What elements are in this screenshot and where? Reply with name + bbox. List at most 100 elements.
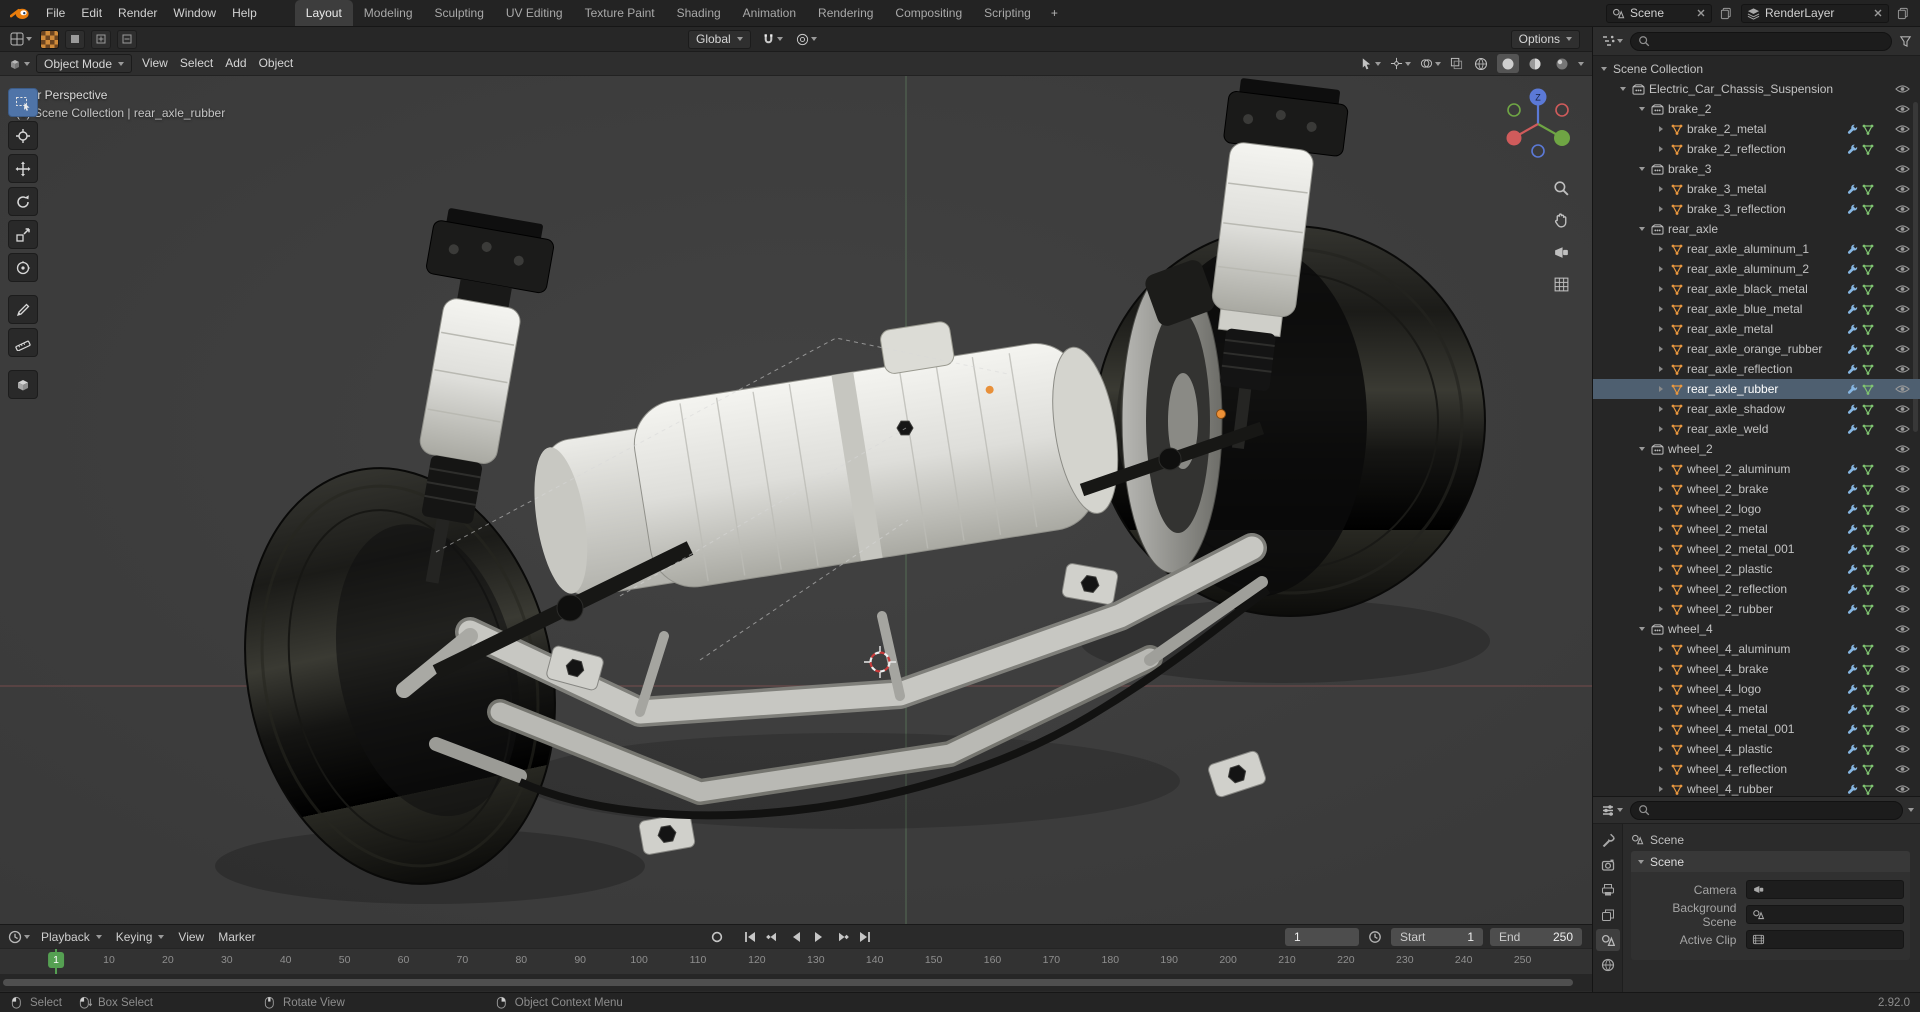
mesh-data-icon[interactable] [1862,504,1874,515]
expand-caret-right-icon[interactable] [1654,506,1668,512]
pan-hand-icon[interactable] [1551,210,1572,231]
orthographic-grid-icon[interactable] [1551,274,1572,295]
select-mode-extend-button[interactable] [91,29,111,49]
hide-in-viewport-icon[interactable] [1895,244,1910,254]
mesh-data-icon[interactable] [1862,424,1874,435]
expand-caret-down-icon[interactable] [1616,87,1630,91]
mesh-data-icon[interactable] [1862,724,1874,735]
hide-in-viewport-icon[interactable] [1895,524,1910,534]
outliner-search-input[interactable] [1654,34,1884,48]
properties-search-input[interactable] [1654,803,1895,817]
modifier-icon[interactable] [1847,524,1858,535]
mesh-data-icon[interactable] [1862,204,1874,215]
new-scene-icon[interactable] [1718,5,1735,22]
expand-caret-right-icon[interactable] [1654,306,1668,312]
expand-caret-right-icon[interactable] [1654,366,1668,372]
expand-caret-right-icon[interactable] [1654,426,1668,432]
outliner-row-brake-2-metal[interactable]: brake_2_metal [1593,119,1920,139]
viewport-menu-add[interactable]: Add [219,52,252,75]
play-reverse-icon[interactable] [785,927,806,946]
hide-in-viewport-icon[interactable] [1895,84,1910,94]
menu-file[interactable]: File [38,0,73,26]
mesh-data-icon[interactable] [1862,284,1874,295]
modifier-icon[interactable] [1847,324,1858,335]
outliner-row-rear-axle-black-metal[interactable]: rear_axle_black_metal [1593,279,1920,299]
timeline-menu-view[interactable]: View [171,926,211,948]
outliner-row-wheel-2-rubber[interactable]: wheel_2_rubber [1593,599,1920,619]
outliner-row-brake-2-reflection[interactable]: brake_2_reflection [1593,139,1920,159]
hide-in-viewport-icon[interactable] [1895,284,1910,294]
jump-to-start-icon[interactable] [739,927,760,946]
viewport-menu-select[interactable]: Select [174,52,219,75]
hide-in-viewport-icon[interactable] [1895,584,1910,594]
mesh-data-icon[interactable] [1862,644,1874,655]
properties-options-caret-icon[interactable] [1908,808,1914,812]
expand-caret-right-icon[interactable] [1654,206,1668,212]
properties-search[interactable] [1630,800,1903,820]
select-mode-set-button[interactable] [65,29,85,49]
viewport-menu-object[interactable]: Object [253,52,300,75]
outliner-row-rear-axle-weld[interactable]: rear_axle_weld [1593,419,1920,439]
modifier-icon[interactable] [1847,464,1858,475]
tool-add-cube-icon[interactable] [8,370,38,399]
modifier-icon[interactable] [1847,424,1858,435]
mesh-data-icon[interactable] [1862,684,1874,695]
tool-measure-icon[interactable] [8,328,38,357]
selectability-dropdown-icon[interactable] [1358,55,1383,72]
outliner-row-rear-axle-shadow[interactable]: rear_axle_shadow [1593,399,1920,419]
shading-material-icon[interactable] [1524,54,1546,73]
expand-caret-down-icon[interactable] [1635,167,1649,171]
outliner-row-wheel-2-reflection[interactable]: wheel_2_reflection [1593,579,1920,599]
mesh-data-icon[interactable] [1862,264,1874,275]
expand-caret-right-icon[interactable] [1654,686,1668,692]
mesh-data-icon[interactable] [1862,304,1874,315]
playhead-frame-badge[interactable]: 1 [48,952,64,968]
jump-to-end-icon[interactable] [854,927,875,946]
modifier-icon[interactable] [1847,204,1858,215]
hide-in-viewport-icon[interactable] [1895,204,1910,214]
workspace-tab-rendering[interactable]: Rendering [807,0,884,26]
menu-window[interactable]: Window [165,0,224,26]
hide-in-viewport-icon[interactable] [1895,324,1910,334]
expand-caret-down-icon[interactable] [1635,447,1649,451]
expand-caret-down-icon[interactable] [1635,227,1649,231]
menu-edit[interactable]: Edit [73,0,110,26]
expand-caret-right-icon[interactable] [1654,746,1668,752]
expand-caret-right-icon[interactable] [1654,126,1668,132]
hide-in-viewport-icon[interactable] [1895,644,1910,654]
outliner-row-wheel-4-metal[interactable]: wheel_4_metal [1593,699,1920,719]
expand-caret-right-icon[interactable] [1654,586,1668,592]
modifier-icon[interactable] [1847,404,1858,415]
modifier-icon[interactable] [1847,564,1858,575]
outliner-row-rear-axle-orange-rubber[interactable]: rear_axle_orange_rubber [1593,339,1920,359]
outliner-row-wheel-4[interactable]: wheel_4 [1593,619,1920,639]
xray-toggle-icon[interactable] [1448,55,1465,72]
properties-tab-view-layer-icon[interactable] [1596,904,1620,926]
outliner-row-wheel-4-logo[interactable]: wheel_4_logo [1593,679,1920,699]
preview-range-clock-icon[interactable] [1366,928,1384,946]
properties-tab-render-icon[interactable] [1596,854,1620,876]
outliner-row-wheel-2-brake[interactable]: wheel_2_brake [1593,479,1920,499]
mesh-data-icon[interactable] [1862,324,1874,335]
snap-magnet-icon[interactable] [760,31,785,48]
editor-type-icon[interactable] [8,30,34,48]
prev-keyframe-icon[interactable] [762,927,783,946]
modifier-icon[interactable] [1847,584,1858,595]
expand-caret-right-icon[interactable] [1654,346,1668,352]
hide-in-viewport-icon[interactable] [1895,784,1910,794]
outliner-row-wheel-2[interactable]: wheel_2 [1593,439,1920,459]
view-layer-selector[interactable]: RenderLayer [1741,3,1889,23]
workspace-tab-uv-editing[interactable]: UV Editing [495,0,574,26]
outliner-row-rear-axle-blue-metal[interactable]: rear_axle_blue_metal [1593,299,1920,319]
scrollbar-thumb[interactable] [3,979,1574,986]
mesh-data-icon[interactable] [1862,364,1874,375]
hide-in-viewport-icon[interactable] [1895,664,1910,674]
workspace-tab-texture-paint[interactable]: Texture Paint [574,0,666,26]
outliner-row-wheel-2-aluminum[interactable]: wheel_2_aluminum [1593,459,1920,479]
modifier-icon[interactable] [1847,504,1858,515]
timeline-menu-playback[interactable]: Playback [34,926,109,948]
outliner-row-brake-2[interactable]: brake_2 [1593,99,1920,119]
expand-caret-right-icon[interactable] [1654,546,1668,552]
mesh-data-icon[interactable] [1862,604,1874,615]
expand-caret-right-icon[interactable] [1654,526,1668,532]
